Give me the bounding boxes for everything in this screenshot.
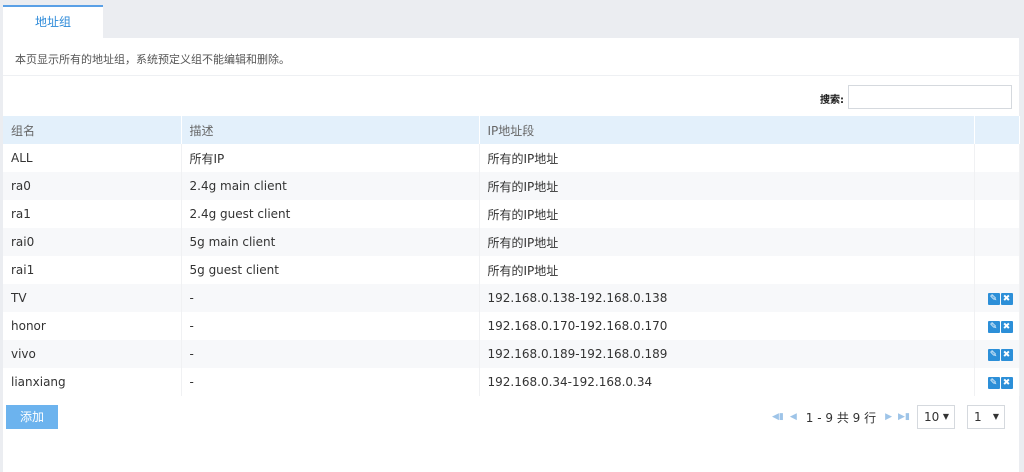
main-panel: 本页显示所有的地址组，系统预定义组不能编辑和删除。 搜索: 组名 描述 IP地址…: [3, 38, 1020, 472]
cell-actions: ✎ ✖: [974, 368, 1020, 396]
cell-ip-range: 所有的IP地址: [479, 172, 975, 200]
tab-bar: 地址组: [0, 0, 1024, 38]
cell-actions: [974, 172, 1020, 200]
pencil-icon[interactable]: ✎: [987, 376, 1000, 389]
page-number-select[interactable]: 1 ▼: [967, 405, 1005, 429]
close-icon[interactable]: ✖: [1000, 292, 1013, 305]
cell-description: 所有IP: [181, 144, 480, 172]
chevron-down-icon: ▼: [992, 412, 999, 421]
page-size-select[interactable]: 10 ▼: [917, 405, 955, 429]
cell-description: -: [181, 312, 480, 340]
cell-actions: [974, 144, 1020, 172]
table-row: ra0 2.4g main client 所有的IP地址: [3, 172, 1020, 200]
cell-ip-range: 所有的IP地址: [479, 200, 975, 228]
cell-actions: ✎ ✖: [974, 312, 1020, 340]
table-row: lianxiang -192.168.0.34-192.168.0.34 ✎ ✖: [3, 368, 1020, 396]
column-header-name[interactable]: 组名: [3, 116, 182, 144]
cell-ip-range: 所有的IP地址: [479, 144, 975, 172]
cell-actions: [974, 228, 1020, 256]
cell-actions: ✎ ✖: [974, 284, 1020, 312]
pencil-icon[interactable]: ✎: [987, 348, 1000, 361]
tab-address-group[interactable]: 地址组: [3, 5, 103, 38]
column-header-description[interactable]: 描述: [181, 116, 480, 144]
table-row: rai0 5g main client 所有的IP地址: [3, 228, 1020, 256]
chevron-down-icon: ▼: [942, 412, 949, 421]
cell-group-name: rai0: [3, 228, 182, 256]
pencil-icon[interactable]: ✎: [987, 320, 1000, 333]
cell-group-name: rai1: [3, 256, 182, 284]
close-icon[interactable]: ✖: [1000, 348, 1013, 361]
last-page-icon[interactable]: ▶▮: [898, 412, 910, 422]
search-input[interactable]: [848, 85, 1012, 109]
table-row: honor -192.168.0.170-192.168.0.170 ✎ ✖: [3, 312, 1020, 340]
cell-actions: [974, 200, 1020, 228]
cell-group-name: ra1: [3, 200, 182, 228]
cell-group-name: lianxiang: [3, 368, 182, 396]
cell-description: -: [181, 284, 480, 312]
close-icon[interactable]: ✖: [1000, 376, 1013, 389]
table-row: rai1 5g guest client 所有的IP地址: [3, 256, 1020, 284]
address-group-table: 组名 描述 IP地址段 ALL 所有IP 所有的IP地址 ra0 2.4g main c…: [3, 116, 1020, 396]
pencil-icon[interactable]: ✎: [987, 292, 1000, 305]
next-page-icon[interactable]: ▶: [885, 412, 892, 422]
add-button[interactable]: 添加: [6, 405, 58, 429]
search-label: 搜索:: [820, 95, 844, 106]
first-page-icon[interactable]: ◀▮: [772, 412, 784, 422]
page-size-value: 10: [924, 410, 940, 424]
cell-ip-range: 192.168.0.189-192.168.0.189: [479, 340, 975, 368]
cell-description: 2.4g main client: [181, 172, 480, 200]
page-description: 本页显示所有的地址组，系统预定义组不能编辑和删除。: [15, 53, 290, 66]
cell-ip-range: 所有的IP地址: [479, 228, 975, 256]
cell-actions: [974, 256, 1020, 284]
table-row: TV -192.168.0.138-192.168.0.138 ✎ ✖: [3, 284, 1020, 312]
cell-ip-range: 192.168.0.138-192.168.0.138: [479, 284, 975, 312]
table-row: ALL 所有IP 所有的IP地址: [3, 144, 1020, 172]
cell-group-name: vivo: [3, 340, 182, 368]
cell-actions: ✎ ✖: [974, 340, 1020, 368]
cell-ip-range: 所有的IP地址: [479, 256, 975, 284]
cell-description: 5g main client: [181, 228, 480, 256]
cell-group-name: ra0: [3, 172, 182, 200]
table-row: vivo -192.168.0.189-192.168.0.189 ✎ ✖: [3, 340, 1020, 368]
column-header-ip-range[interactable]: IP地址段: [479, 116, 975, 144]
cell-ip-range: 192.168.0.34-192.168.0.34: [479, 368, 975, 396]
cell-group-name: TV: [3, 284, 182, 312]
cell-group-name: ALL: [3, 144, 182, 172]
cell-description: -: [181, 368, 480, 396]
table-row: ra1 2.4g guest client 所有的IP地址: [3, 200, 1020, 228]
cell-description: -: [181, 340, 480, 368]
prev-page-icon[interactable]: ◀: [790, 412, 797, 422]
pagination: ◀▮ ◀ 1 - 9 共 9 行 ▶ ▶▮: [769, 405, 913, 429]
page-number-value: 1: [974, 410, 982, 424]
close-icon[interactable]: ✖: [1000, 320, 1013, 333]
cell-group-name: honor: [3, 312, 182, 340]
cell-ip-range: 192.168.0.170-192.168.0.170: [479, 312, 975, 340]
table-header-row: 组名 描述 IP地址段: [3, 116, 1020, 144]
cell-description: 5g guest client: [181, 256, 480, 284]
cell-description: 2.4g guest client: [181, 200, 480, 228]
column-header-actions: [974, 116, 1020, 144]
divider: [3, 75, 1019, 76]
pagination-summary: 1 - 9 共 9 行: [805, 410, 877, 425]
